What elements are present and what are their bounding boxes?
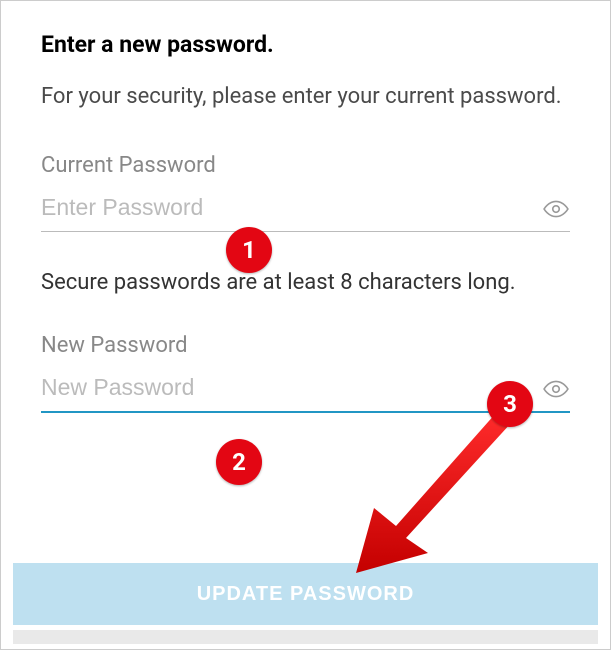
new-password-label: New Password <box>41 333 570 358</box>
current-password-row <box>41 188 570 232</box>
annotation-badge-1: 1 <box>226 227 272 273</box>
annotation-badge-2: 2 <box>216 439 262 485</box>
current-password-label: Current Password <box>41 153 570 178</box>
bottom-strip <box>13 630 598 644</box>
annotation-arrow <box>356 413 526 573</box>
eye-icon[interactable] <box>542 375 570 403</box>
page-title: Enter a new password. <box>41 31 570 58</box>
eye-icon[interactable] <box>542 195 570 223</box>
current-password-input[interactable] <box>41 188 570 231</box>
security-subtitle: For your security, please enter your cur… <box>41 82 570 113</box>
password-hint: Secure passwords are at least 8 characte… <box>41 270 570 295</box>
annotation-badge-3: 3 <box>487 381 533 427</box>
update-password-button[interactable]: UPDATE PASSWORD <box>13 563 598 625</box>
current-password-group: Current Password <box>41 153 570 232</box>
